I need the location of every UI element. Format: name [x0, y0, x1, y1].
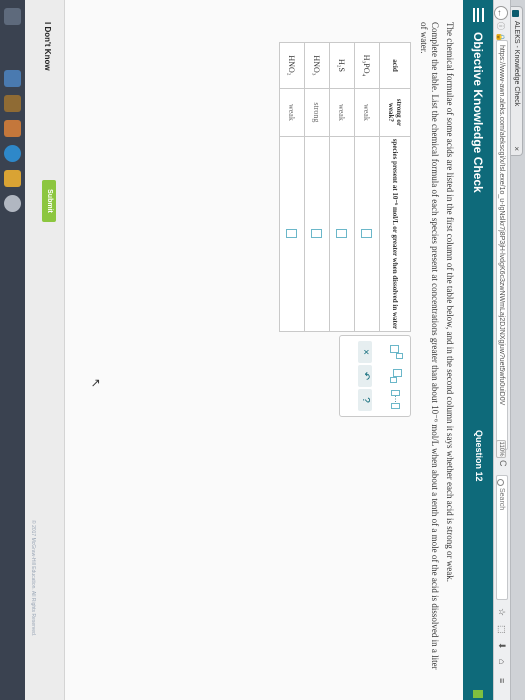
species-cell[interactable]: [279, 136, 305, 332]
bookmark-star-icon[interactable]: ☆: [496, 608, 507, 616]
acid-cell: HNO₂: [279, 42, 305, 89]
taskbar-app-icon[interactable]: [4, 170, 21, 187]
acid-cell: H₂S: [329, 42, 355, 89]
taskbar-app-icon[interactable]: [4, 95, 21, 112]
acid-cell: HNO₃: [304, 42, 330, 89]
header-acid: acid: [379, 42, 411, 89]
mouse-cursor-icon: ↖: [89, 378, 103, 389]
problem-para-1: The chemical formulae of some acids are …: [445, 22, 455, 582]
menu-icon[interactable]: ≡: [497, 678, 507, 683]
subscript-template-button[interactable]: [390, 365, 404, 385]
progress-marker: [473, 690, 483, 698]
search-placeholder: Search: [498, 488, 505, 511]
palette-template-row: …: [390, 341, 404, 411]
page-title: Objective Knowledge Check: [471, 32, 485, 193]
table-header-row: acid strong or weak? species present at …: [379, 42, 411, 332]
browser-app-icon[interactable]: [4, 145, 21, 162]
species-cell[interactable]: [304, 136, 330, 332]
strength-cell: weak: [279, 88, 305, 137]
submit-button[interactable]: Submit: [42, 180, 56, 222]
header-species: species present at 10⁻⁶ mol/L or greater…: [379, 136, 411, 332]
multi-species-template-button[interactable]: …: [390, 389, 404, 409]
strength-cell: weak: [354, 88, 380, 137]
answer-input[interactable]: [361, 229, 373, 239]
close-tab-icon[interactable]: ×: [510, 146, 522, 151]
tab-title: ALEKS - Knowledge Check: [513, 21, 520, 107]
bottom-action-bar: I Don't Know Submit © 2017 McGraw-Hill E…: [25, 0, 65, 700]
palette-action-row: × ↶ ?: [358, 341, 372, 411]
home-icon[interactable]: ⌂: [497, 659, 507, 664]
species-cell[interactable]: [354, 136, 380, 332]
header-strong-weak: strong or weak?: [379, 88, 411, 137]
clear-icon[interactable]: ×: [358, 341, 372, 363]
hamburger-menu-icon[interactable]: [473, 8, 484, 22]
superscript-template-button[interactable]: [390, 341, 404, 361]
acid-table: acid strong or weak? species present at …: [279, 42, 411, 332]
table-row: H₃PO₄ weak: [354, 42, 380, 332]
species-cell[interactable]: [329, 136, 355, 332]
browser-window: ALEKS - Knowledge Check × ← ⓘ 🔒 https://…: [25, 0, 525, 700]
table-row: HNO₃ strong: [304, 42, 330, 332]
problem-statement: The chemical formulae of some acids are …: [414, 22, 455, 672]
search-input[interactable]: Search: [496, 475, 508, 600]
problem-para-2: Complete the table. List the chemical fo…: [419, 22, 440, 670]
navigation-bar: ← ⓘ 🔒 https://www-awn.aleks.com/alekscgi…: [493, 0, 510, 700]
answer-input[interactable]: [311, 229, 323, 239]
search-icon: [497, 479, 504, 486]
question-content: The chemical formulae of some acids are …: [25, 0, 463, 700]
strength-cell: weak: [329, 88, 355, 137]
copyright-text: © 2017 McGraw-Hill Education. All Rights…: [30, 520, 36, 637]
undo-icon[interactable]: ↶: [358, 365, 372, 387]
reading-list-icon[interactable]: ⬚: [496, 625, 507, 634]
answer-input[interactable]: [336, 229, 348, 239]
reload-icon[interactable]: C: [498, 460, 508, 467]
os-taskbar: [0, 0, 25, 700]
chrome-app-icon[interactable]: [4, 195, 21, 212]
rotated-screen-frame: ALEKS - Knowledge Check × ← ⓘ 🔒 https://…: [0, 0, 525, 700]
back-button[interactable]: ←: [494, 6, 508, 20]
browser-tab[interactable]: ALEKS - Knowledge Check ×: [511, 6, 523, 156]
strength-cell: strong: [304, 88, 330, 137]
aleks-header: Objective Knowledge Check Question 12: [463, 0, 493, 700]
tab-bar: ALEKS - Knowledge Check ×: [510, 0, 525, 700]
question-number: Question 12: [474, 430, 484, 482]
taskbar-app-icon[interactable]: [4, 70, 21, 87]
dont-know-button[interactable]: I Don't Know: [43, 22, 52, 71]
download-icon[interactable]: ⬇: [496, 642, 507, 650]
table-row: HNO₂ weak: [279, 42, 305, 332]
answer-input[interactable]: [286, 229, 298, 239]
dots-label: …: [393, 395, 402, 403]
url-bar[interactable]: https://www-awn.aleks.com/alekscgi/x/Isl…: [496, 40, 508, 450]
table-row: H₂S weak: [329, 42, 355, 332]
zoom-indicator[interactable]: 110%: [496, 440, 506, 458]
acid-cell: H₃PO₄: [354, 42, 380, 89]
help-icon[interactable]: ?: [358, 389, 372, 411]
aleks-favicon-icon: [512, 10, 519, 17]
taskbar-app-icon[interactable]: [4, 120, 21, 137]
answer-tool-palette: … × ↶ ?: [339, 335, 411, 417]
start-icon[interactable]: [4, 8, 21, 25]
